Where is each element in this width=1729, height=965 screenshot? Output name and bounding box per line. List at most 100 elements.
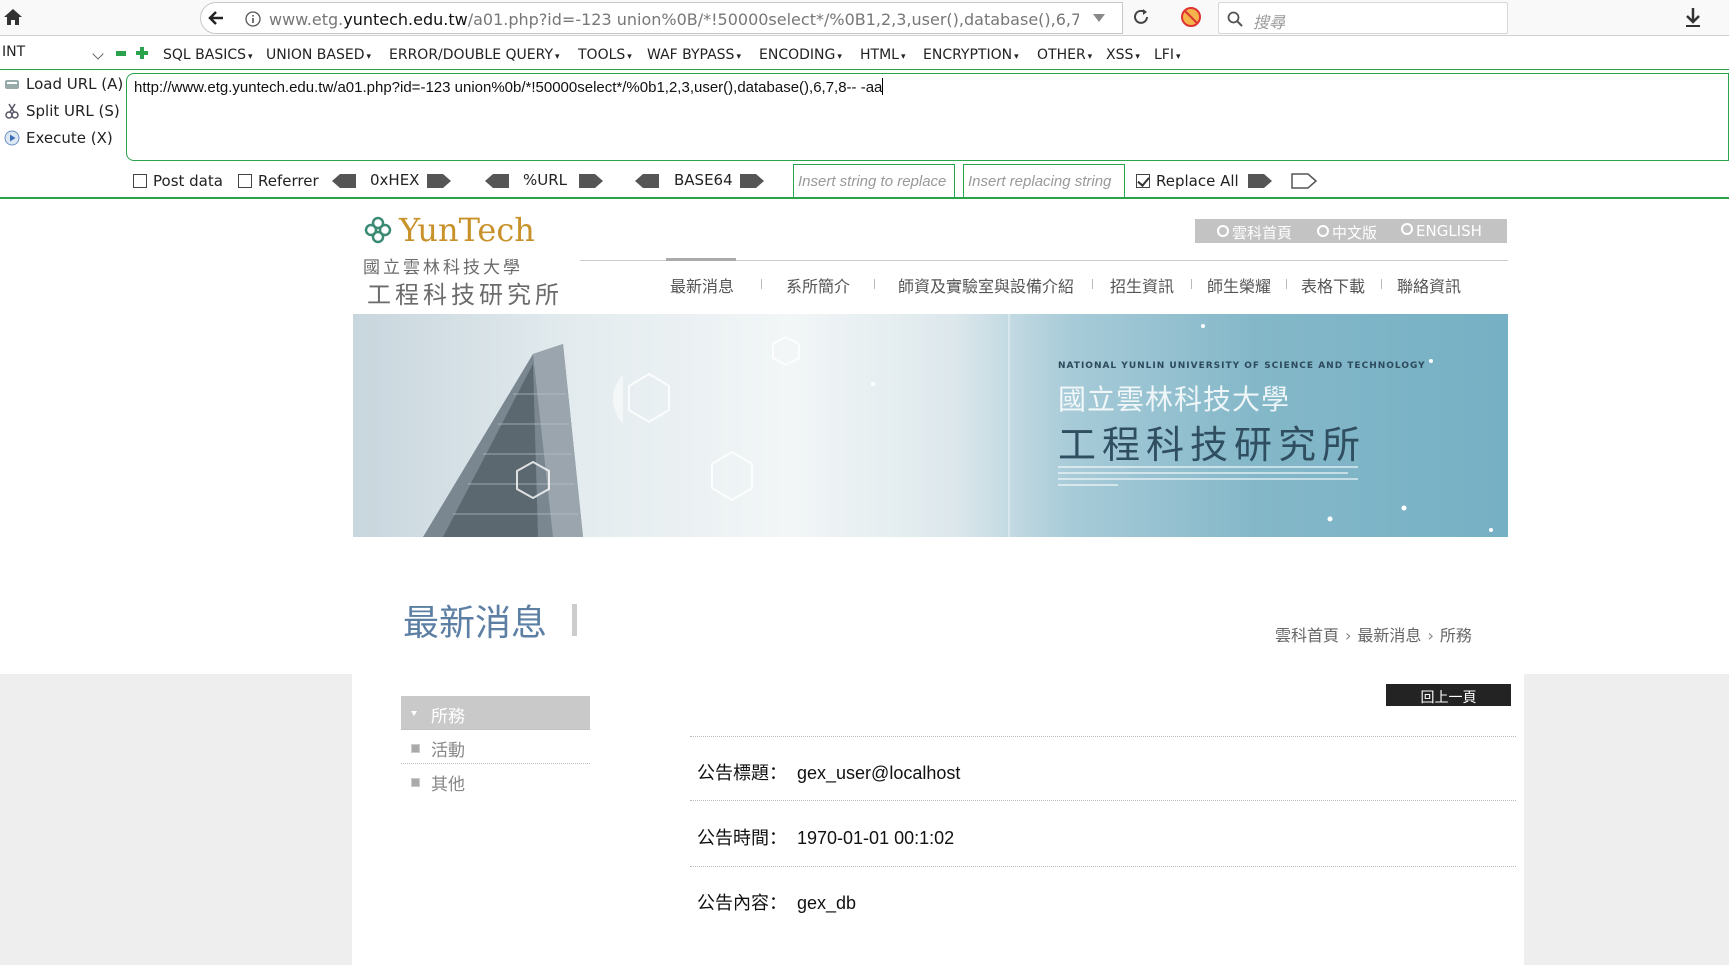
nav-separator <box>1191 279 1192 289</box>
back-button[interactable] <box>200 2 234 34</box>
nav-separator <box>1286 279 1287 289</box>
nav-separator <box>761 279 762 289</box>
hackbar-menu: INT SQL BASICS UNION BASED ERROR/DOUBLE … <box>0 42 1729 70</box>
nav-admissions[interactable]: 招生資訊 <box>1110 273 1174 297</box>
replace-all-label: Replace All <box>1156 172 1239 190</box>
text-caret <box>882 78 884 95</box>
replace-all-checkbox[interactable]: Replace All <box>1136 172 1239 190</box>
url-dropdown-icon[interactable] <box>1093 14 1105 22</box>
load-url-button[interactable]: Load URL (A) <box>4 75 123 97</box>
menu-union-based[interactable]: UNION BASED <box>266 47 371 63</box>
address-bar[interactable]: www.etg.yuntech.edu.tw/a01.php?id=-123 u… <box>233 2 1123 34</box>
banner-fine-print <box>1058 466 1358 468</box>
blocked-addon-icon[interactable] <box>1180 6 1202 28</box>
search-icon <box>1227 11 1243 27</box>
yuntech-logo[interactable]: YunTech 國立雲林科技大學 工程科技研究所 <box>363 211 559 309</box>
menu-xss[interactable]: XSS <box>1106 47 1140 63</box>
info-icon[interactable] <box>245 11 261 27</box>
replace-find-input[interactable]: Insert string to replace <box>793 164 955 198</box>
hero-banner: NATIONAL YUNLIN UNIVERSITY OF SCIENCE AN… <box>353 314 1508 537</box>
menu-other[interactable]: OTHER <box>1037 47 1092 63</box>
banner-divider <box>1008 314 1010 537</box>
nav-active-indicator <box>666 258 736 261</box>
menu-waf-bypass[interactable]: WAF BYPASS <box>647 47 741 63</box>
announcement-time-row: 公告時間： 1970-01-01 00:1:02 <box>697 824 954 850</box>
download-icon[interactable] <box>1682 6 1704 28</box>
url-encode-arrow-icon[interactable] <box>577 173 605 189</box>
announcement-content-row: 公告內容： gex_db <box>697 889 856 915</box>
split-url-button[interactable]: Split URL (S) <box>4 102 120 124</box>
home-icon[interactable] <box>2 6 24 28</box>
menu-encryption[interactable]: ENCRYPTION <box>923 47 1019 63</box>
nav-honors[interactable]: 師生榮耀 <box>1207 273 1271 297</box>
reload-icon[interactable] <box>1130 6 1152 28</box>
field-label: 公告時間： <box>697 828 787 849</box>
menu-lfi[interactable]: LFI <box>1154 47 1181 63</box>
side-item-label: 其他 <box>431 775 465 795</box>
referrer-checkbox[interactable]: Referrer <box>238 172 319 190</box>
scissors-icon <box>5 103 19 119</box>
field-label: 公告內容： <box>697 893 787 914</box>
increment-icon[interactable] <box>136 47 148 59</box>
checkbox-checked-icon <box>1136 174 1150 188</box>
injection-type-value: INT <box>2 44 26 60</box>
chevron-down-icon <box>92 48 104 60</box>
link-yuntech-home[interactable]: 雲科首頁 <box>1217 222 1292 243</box>
menu-encoding[interactable]: ENCODING <box>759 47 842 63</box>
field-value: 1970-01-01 00:1:02 <box>797 828 955 848</box>
hex-encode-arrow-icon[interactable] <box>425 173 453 189</box>
url-decode-arrow-icon[interactable] <box>483 173 511 189</box>
hackbar-panel: Load URL (A) Split URL (S) Execute (X) h… <box>0 71 1729 199</box>
menu-sql-basics[interactable]: SQL BASICS <box>163 47 253 63</box>
row-divider <box>690 866 1516 867</box>
injection-type-select[interactable]: INT <box>2 44 106 66</box>
url-enc-label: %URL <box>523 171 568 189</box>
nav-contact[interactable]: 聯絡資訊 <box>1397 273 1461 297</box>
post-data-label: Post data <box>153 172 223 190</box>
side-item-admin[interactable]: 所務 <box>401 696 590 730</box>
menu-tools[interactable]: TOOLS <box>578 47 632 63</box>
side-item-events[interactable]: 活動 <box>401 730 590 764</box>
menu-html[interactable]: HTML <box>860 47 906 63</box>
hex-decode-arrow-icon[interactable] <box>330 173 358 189</box>
base64-decode-arrow-icon[interactable] <box>633 173 661 189</box>
language-bar: 雲科首頁 中文版 ENGLISH <box>1195 219 1507 243</box>
replace-arrow-icon[interactable] <box>1246 173 1274 189</box>
breadcrumb-home[interactable]: 雲科首頁 <box>1275 626 1339 645</box>
side-item-label: 活動 <box>431 741 465 761</box>
nav-forms[interactable]: 表格下載 <box>1301 273 1365 297</box>
nav-about[interactable]: 系所簡介 <box>786 273 850 297</box>
link-english[interactable]: ENGLISH <box>1401 222 1482 240</box>
nav-faculty-labs[interactable]: 師資及實驗室與設備介紹 <box>898 273 1074 297</box>
checkbox-icon <box>133 174 147 188</box>
base64-encode-arrow-icon[interactable] <box>738 173 766 189</box>
base64-label: BASE64 <box>674 171 733 189</box>
search-placeholder: 搜尋 <box>1253 13 1286 32</box>
banner-fine-print <box>1058 472 1348 474</box>
breadcrumb-current: 所務 <box>1439 626 1472 645</box>
announcement-title-row: 公告標題： gex_user@localhost <box>697 759 960 785</box>
banner-fine-print <box>1058 484 1118 486</box>
side-menu: 所務 活動 其他 <box>401 696 590 798</box>
execute-button[interactable]: Execute (X) <box>4 129 113 151</box>
link-chinese[interactable]: 中文版 <box>1317 222 1377 243</box>
replace-with-input[interactable]: Insert replacing string <box>963 164 1125 198</box>
search-input[interactable]: 搜尋 <box>1218 2 1508 34</box>
banner-text-institute: 工程科技研究所 <box>1058 423 1367 467</box>
split-url-label: Split URL (S) <box>26 102 120 120</box>
replace-apply-arrow-icon[interactable] <box>1290 173 1318 189</box>
breadcrumb-news[interactable]: 最新消息 <box>1357 626 1421 645</box>
logo-text-en: YunTech <box>399 211 535 249</box>
post-data-checkbox[interactable]: Post data <box>133 172 223 190</box>
banner-fine-print <box>1058 478 1358 480</box>
back-to-previous-button[interactable]: 回上一頁 <box>1386 684 1511 706</box>
address-text: www.etg.yuntech.edu.tw/a01.php?id=-123 u… <box>269 10 1079 29</box>
hackbar-url-value: http://www.etg.yuntech.edu.tw/a01.php?id… <box>134 79 883 96</box>
decrement-icon[interactable] <box>116 51 126 56</box>
menu-error-double-query[interactable]: ERROR/DOUBLE QUERY <box>389 47 560 63</box>
banner-text-en: NATIONAL YUNLIN UNIVERSITY OF SCIENCE AN… <box>1058 361 1426 371</box>
side-item-other[interactable]: 其他 <box>401 764 590 798</box>
hackbar-url-textarea[interactable]: http://www.etg.yuntech.edu.tw/a01.php?id… <box>126 73 1729 161</box>
nav-separator <box>874 279 875 289</box>
nav-latest-news[interactable]: 最新消息 <box>670 273 734 297</box>
